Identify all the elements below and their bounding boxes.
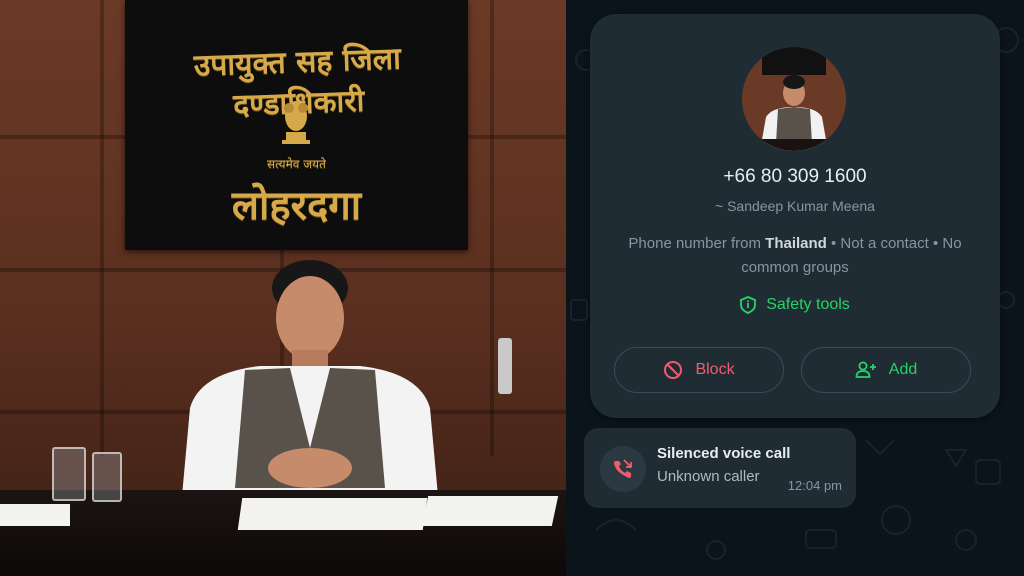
add-contact-button[interactable]: Add	[801, 347, 971, 393]
emblem-icon	[282, 101, 310, 144]
call-timestamp: 12:04 pm	[787, 478, 842, 493]
call-title: Silenced voice call	[657, 445, 791, 462]
wall-panel-line	[490, 0, 494, 456]
seated-officer	[180, 260, 440, 518]
nameplate: उपायुक्त सह जिला दण्डाधिकारी सत्यमेव जयत…	[125, 0, 468, 250]
info-prefix: Phone number from	[628, 235, 766, 252]
official-photo: उपायुक्त सह जिला दण्डाधिकारी सत्यमेव जयत…	[0, 0, 566, 576]
wall-panel-line	[100, 0, 104, 456]
water-glass	[52, 447, 86, 501]
contact-info-text: Phone number from Thailand • Not a conta…	[610, 232, 980, 280]
avatar[interactable]	[742, 47, 846, 151]
add-person-icon	[855, 361, 876, 378]
safety-tools-label: Safety tools	[766, 296, 850, 313]
silenced-call-message[interactable]: Silenced voice call Unknown caller 12:04…	[584, 428, 856, 508]
document-paper	[421, 496, 559, 526]
block-label: Block	[695, 361, 735, 378]
avatar-photo	[742, 47, 846, 151]
door-handle	[498, 338, 512, 394]
desk	[0, 490, 566, 576]
safety-tools-link[interactable]: Safety tools	[590, 296, 1000, 314]
block-button[interactable]: Block	[614, 347, 784, 393]
whatsapp-chat: +66 80 309 1600 ~ Sandeep Kumar Meena Ph…	[566, 0, 1024, 576]
missed-call-icon	[614, 459, 632, 478]
ban-icon	[664, 361, 683, 379]
document-paper	[237, 498, 428, 530]
add-label: Add	[888, 361, 918, 378]
document-paper	[0, 504, 70, 526]
missed-call-icon-wrap	[600, 446, 646, 492]
nameplate-motto: सत्यमेव जयते	[267, 157, 326, 171]
call-subtitle: Unknown caller	[657, 468, 760, 485]
phone-number: +66 80 309 1600	[723, 166, 867, 187]
nameplate-city: लोहरदगा	[231, 182, 362, 229]
water-glass	[92, 452, 122, 502]
contact-info-card: +66 80 309 1600 ~ Sandeep Kumar Meena Ph…	[590, 14, 1000, 418]
shield-icon	[740, 296, 757, 314]
push-name: ~ Sandeep Kumar Meena	[715, 198, 875, 214]
info-country: Thailand	[765, 235, 827, 252]
